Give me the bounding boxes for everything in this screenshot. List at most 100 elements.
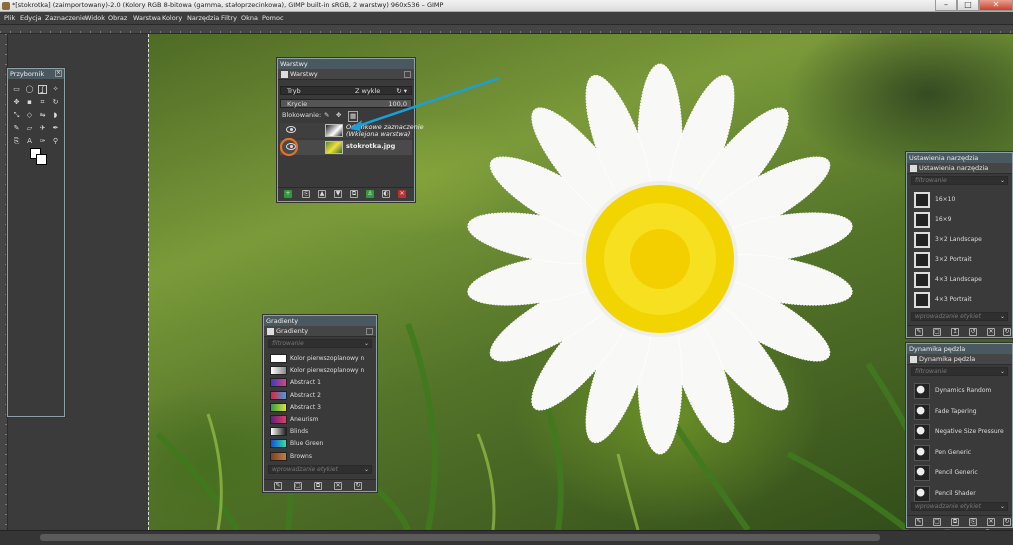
duplicate-icon[interactable]: ⧉ <box>951 518 959 526</box>
preset-item[interactable]: 16×9 <box>912 210 1007 229</box>
gradient-item[interactable]: Aneurism <box>268 414 364 425</box>
tool-options-header[interactable]: Ustawienia narzędzia <box>907 153 1012 163</box>
color-picker-icon[interactable]: ✑ <box>38 137 47 146</box>
maximize-button[interactable]: □ <box>957 0 979 11</box>
horizontal-scrollbar[interactable] <box>0 530 1013 545</box>
layers-dock-header[interactable]: Warstwy <box>278 59 414 69</box>
delete-icon[interactable]: ✕ <box>987 518 995 526</box>
scale-tool-icon[interactable]: ⤡ <box>12 111 21 120</box>
refresh-icon[interactable]: ↻ <box>1003 518 1011 526</box>
copy-location-icon[interactable]: ⎘ <box>969 518 977 526</box>
ellipse-select-icon[interactable]: ◯ <box>25 85 34 94</box>
delete-layer-icon[interactable]: ✕ <box>398 190 406 198</box>
tab-menu-icon[interactable] <box>404 71 411 78</box>
bucket-fill-icon[interactable]: ◗ <box>51 111 60 120</box>
toolbox-header[interactable]: Przybornik × <box>8 69 64 79</box>
layer-name[interactable]: Odcinkowe zaznaczenie (Wklejona warstwa) <box>346 124 424 138</box>
mode-select[interactable]: Z wykle <box>355 87 380 96</box>
minimize-button[interactable]: – <box>935 0 957 11</box>
preset-item[interactable]: 4×3 Landscape <box>912 270 1007 289</box>
gradient-item[interactable]: Kolor pierwszoplanowy n <box>268 365 364 376</box>
duplicate-layer-icon[interactable]: ⧉ <box>350 190 358 198</box>
lock-alpha-icon[interactable]: ▦ <box>348 111 359 122</box>
lower-layer-icon[interactable]: ▼ <box>334 190 342 198</box>
opacity-row[interactable]: Krycie 100,0 <box>280 99 412 108</box>
ink-tool-icon[interactable]: ✒ <box>51 124 60 133</box>
refresh-icon[interactable]: ↻ <box>354 482 362 490</box>
gradient-item[interactable]: Browns <box>268 451 364 462</box>
layer-row[interactable]: stokrotka.jpg <box>280 140 412 155</box>
chevron-down-icon[interactable]: ⌄ <box>364 466 369 474</box>
airbrush-icon[interactable]: ✈ <box>38 124 47 133</box>
menu-select[interactable]: Zaznaczenie <box>45 14 86 22</box>
rect-select-icon[interactable]: ▭ <box>12 85 21 94</box>
gradients-tab[interactable]: Gradienty <box>264 326 376 337</box>
layer-name[interactable]: stokrotka.jpg <box>346 143 395 150</box>
rotate-tool-icon[interactable]: ↻ <box>51 98 60 107</box>
menu-tools[interactable]: Narzędzia <box>187 14 219 22</box>
delete-icon[interactable]: ✕ <box>987 328 995 336</box>
close-icon[interactable]: × <box>55 70 62 77</box>
mode-reset-icon[interactable]: ↻ ▾ <box>396 87 407 96</box>
edit-icon[interactable]: ✎ <box>915 328 923 336</box>
tool-options-tab[interactable]: Ustawienia narzędzia <box>907 163 1012 174</box>
preset-item[interactable]: 4×3 Portrait <box>912 290 1007 309</box>
background-color-swatch[interactable] <box>36 154 47 165</box>
move-tool-icon[interactable]: ✥ <box>12 98 21 107</box>
dynamics-item[interactable]: Pencil Generic <box>912 463 1007 482</box>
duplicate-icon[interactable]: ⧉ <box>314 482 322 490</box>
fuzzy-select-icon[interactable]: ✧ <box>51 85 60 94</box>
menu-colors[interactable]: Kolory <box>162 14 182 22</box>
gradient-item[interactable]: Kolor pierwszoplanowy n <box>268 353 364 364</box>
refresh-icon[interactable]: ↻ <box>1003 328 1011 336</box>
layers-tab[interactable]: Warstwy <box>278 69 414 80</box>
preset-item[interactable]: 16×10 <box>912 190 1007 209</box>
tool-options-filter[interactable]: filtrowanie ⌄ <box>911 176 1008 185</box>
gradient-item[interactable]: Abstract 2 <box>268 390 364 401</box>
gradient-item[interactable]: Blue Green <box>268 438 364 449</box>
lock-pixels-icon[interactable]: ✎ <box>324 111 329 120</box>
gradient-item[interactable]: Abstract 1 <box>268 377 364 388</box>
raise-layer-icon[interactable]: ▲ <box>318 190 326 198</box>
align-tool-icon[interactable]: ▪ <box>25 98 34 107</box>
menu-help[interactable]: Pomoc <box>262 14 284 22</box>
anchor-layer-icon[interactable]: ⚓ <box>366 190 374 198</box>
zoom-tool-icon[interactable]: ⚲ <box>51 137 60 146</box>
eye-icon[interactable] <box>286 143 296 150</box>
preset-item[interactable]: 3×2 Portrait <box>912 250 1007 269</box>
eraser-icon[interactable]: ▱ <box>25 124 34 133</box>
text-tool-icon[interactable]: A <box>25 137 34 146</box>
chevron-down-icon[interactable]: ⌄ <box>1000 503 1005 511</box>
gradients-filter[interactable]: filtrowanie ⌄ <box>268 339 372 348</box>
brush-dynamics-tab[interactable]: Dynamika pędzla <box>907 354 1012 365</box>
chevron-down-icon[interactable]: ⌄ <box>1000 368 1005 376</box>
eye-icon[interactable] <box>286 126 296 133</box>
tab-menu-icon[interactable] <box>366 328 373 335</box>
new-layer-group-icon[interactable]: + <box>284 190 292 198</box>
horizontal-ruler[interactable] <box>0 25 1013 34</box>
new-icon[interactable]: ▢ <box>933 328 941 336</box>
clone-tool-icon[interactable]: ⎘ <box>12 137 21 146</box>
chevron-down-icon[interactable]: ⌄ <box>364 340 369 348</box>
gradients-dock-header[interactable]: Gradienty <box>264 316 376 326</box>
close-button[interactable]: ✕ <box>979 0 1013 11</box>
scrollbar-thumb[interactable] <box>40 534 880 541</box>
brush-dynamics-header[interactable]: Dynamika pędzla <box>907 344 1012 354</box>
chevron-down-icon[interactable]: ⌄ <box>1000 313 1005 321</box>
reset-icon[interactable]: ↺ <box>969 328 977 336</box>
menu-view[interactable]: Widok <box>85 14 105 22</box>
brush-dynamics-tag-input[interactable]: wprowadzanie etykiet ⌄ <box>911 502 1008 511</box>
menu-file[interactable]: Plik <box>4 14 15 22</box>
flip-tool-icon[interactable]: ⇋ <box>38 111 47 120</box>
tool-options-tag-input[interactable]: wprowadzanie etykiet ⌄ <box>911 312 1008 321</box>
crop-tool-icon[interactable]: ⌗ <box>38 98 47 107</box>
restore-icon[interactable]: ↥ <box>951 328 959 336</box>
perspective-tool-icon[interactable]: ◇ <box>25 111 34 120</box>
menu-filters[interactable]: Filtry <box>221 14 237 22</box>
new-icon[interactable]: ▢ <box>933 518 941 526</box>
delete-icon[interactable]: ✕ <box>334 482 342 490</box>
dynamics-item[interactable]: Fade Tapering <box>912 402 1007 421</box>
gradient-item[interactable]: Abstract 3 <box>268 402 364 413</box>
new-layer-icon[interactable]: ⎘ <box>302 190 310 198</box>
preset-item[interactable]: 3×2 Landscape <box>912 230 1007 249</box>
